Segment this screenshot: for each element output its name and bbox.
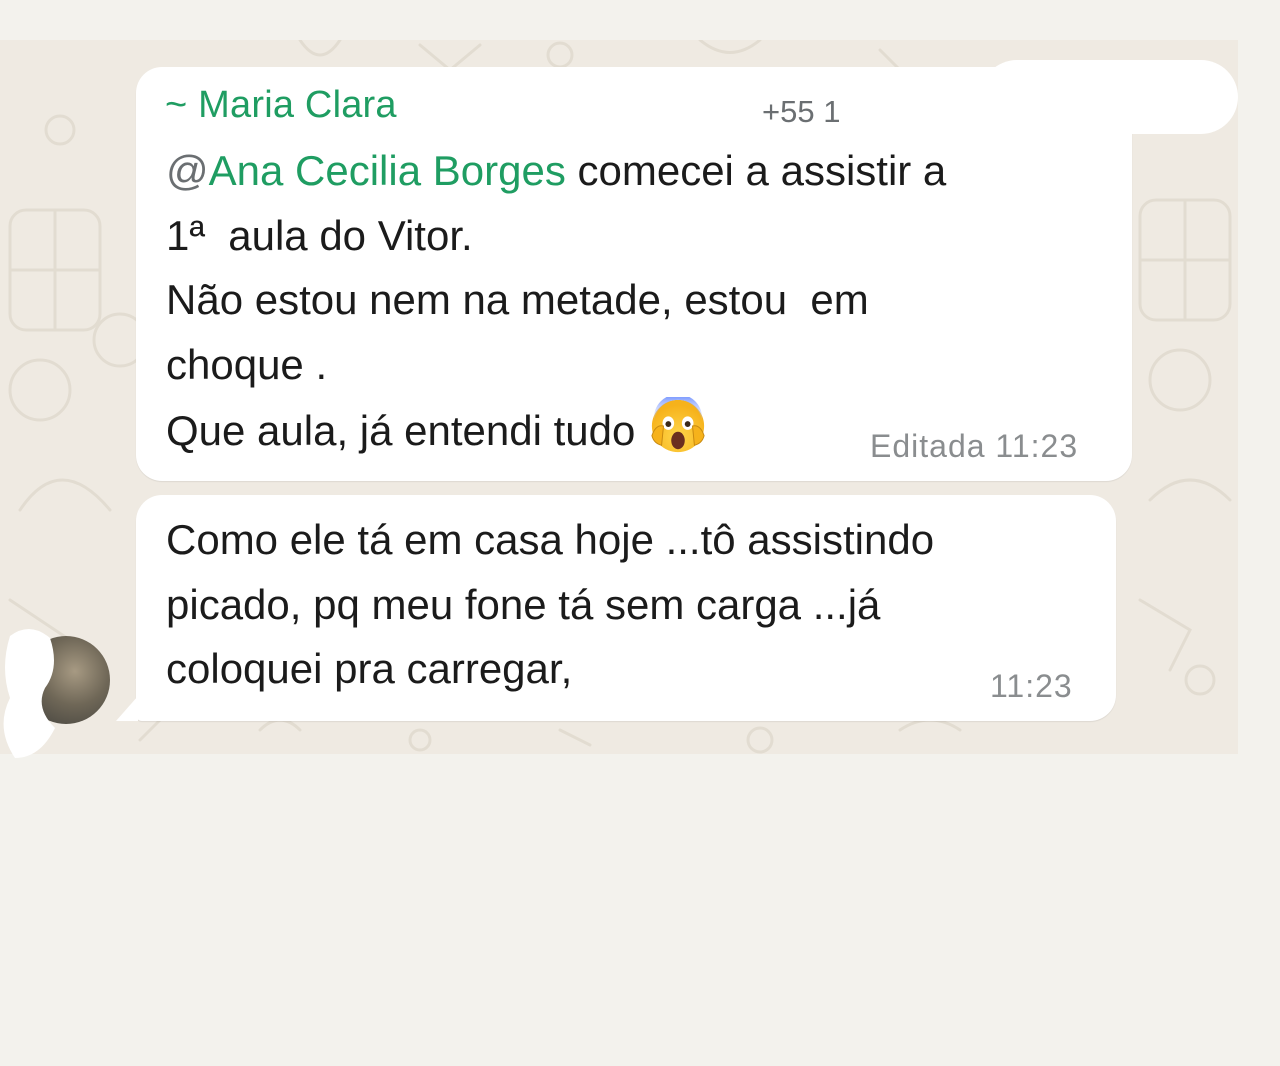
sender-name[interactable]: ~ Maria Clara	[165, 84, 397, 127]
redaction-mark	[980, 60, 1238, 134]
message-text: Como ele tá em casa hoje ...tô assistind…	[166, 508, 934, 702]
message-line: picado, pq meu fone tá sem carga ...já	[166, 580, 881, 628]
message-line: Como ele tá em casa hoje ...tô assistind…	[166, 516, 935, 563]
message-line: coloquei pra carregar,	[166, 645, 573, 692]
sender-phone: +55 1	[762, 94, 841, 129]
message-line: choque .	[166, 340, 328, 388]
mention-link[interactable]: Ana Cecilia Borges	[209, 147, 566, 194]
bubble-tail	[116, 696, 138, 721]
chat-area[interactable]: ~ Maria Clara +55 1 @Ana Cecilia Borges …	[0, 40, 1238, 754]
message-line: Não estou nem na metade, estou em	[166, 276, 869, 323]
message-text: @Ana Cecilia Borges comecei a assistir a…	[166, 139, 946, 464]
message-line: comecei a assistir a	[565, 147, 947, 194]
redaction-mark	[3, 628, 56, 758]
screaming-face-icon	[651, 397, 705, 453]
message-line: Que aula, já entendi tudo	[166, 407, 636, 454]
mention-at: @	[166, 147, 209, 194]
message-timestamp: Editada 11:23	[870, 428, 1079, 464]
message-line: 1ª aula do Vitor.	[166, 211, 473, 259]
message-timestamp: 11:23	[990, 668, 1073, 704]
